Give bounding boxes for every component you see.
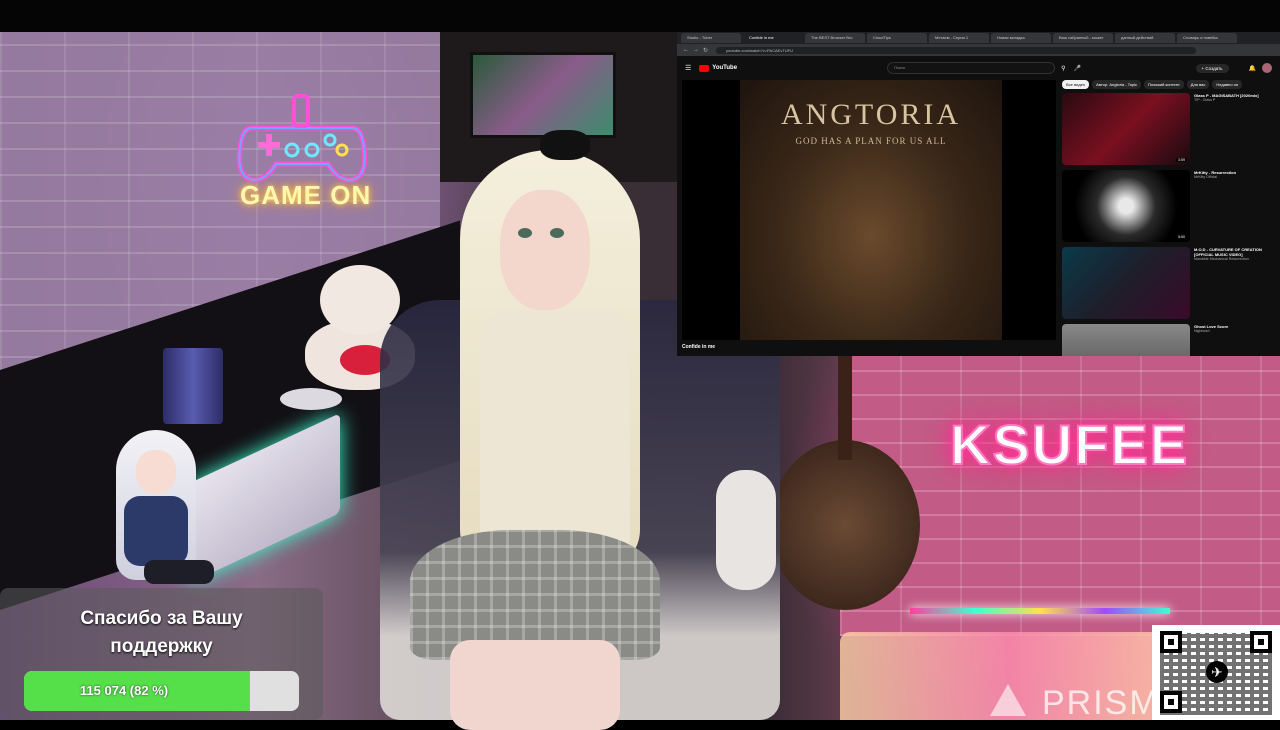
qr-center-logo-icon: ✈ (1206, 661, 1228, 683)
create-button[interactable]: + Создать (1195, 63, 1229, 73)
shelf-monitor (470, 52, 616, 138)
computer-mouse (280, 388, 342, 410)
youtube-header: ☰ YouTube Поиск ⚲ 🎤 + Создать 🔔 (677, 56, 1280, 80)
cup (163, 348, 223, 424)
browser-tab[interactable]: Confide in me (743, 33, 803, 43)
anime-girl-illustration (96, 430, 226, 590)
reload-icon[interactable]: ↻ (703, 47, 708, 54)
video-player[interactable]: ANGTORIA GOD HAS A PLAN FOR US ALL (682, 80, 1056, 340)
video-thumbnail[interactable]: 5:50 (1062, 170, 1190, 242)
suggested-video[interactable]: 5:50 MrKitty - Resurrection MrKitty Offi… (1062, 170, 1280, 244)
browser-tab[interactable]: Studio - Tuber (681, 33, 741, 43)
qr-code: ✈ (1152, 625, 1280, 720)
browser-tab[interactable]: данный.действий (1115, 33, 1175, 43)
donation-message: Спасибо за Вашу поддержку (0, 605, 323, 661)
donation-message-line2: поддержку (110, 636, 213, 657)
video-duration: 5:50 (1176, 235, 1187, 239)
donation-progress-text: 115 074 (82 %) (79, 683, 169, 698)
channel-name[interactable]: Nightwish (1194, 329, 1278, 334)
recommendations-sidebar: Все видео Автор: Angtoria - Topic Похожи… (1062, 80, 1280, 356)
watermark-text: PRISM (1042, 684, 1160, 722)
chip[interactable]: Похожий контент (1144, 80, 1184, 89)
suggested-video[interactable]: M.O.D - CURVATURE OF CREATION [OFFICIAL … (1062, 247, 1280, 321)
video-title: Confide in me (682, 344, 716, 350)
browser-tab[interactable]: Метаем - Серия 1 (929, 33, 989, 43)
video-thumbnail[interactable] (1062, 247, 1190, 319)
youtube-logo-text: YouTube (712, 65, 738, 71)
browser-tab[interactable]: Словарь и новейш (1177, 33, 1237, 43)
suggested-video[interactable]: 3:59 Glass P - MAGISABATH [2020mix] TIP … (1062, 93, 1280, 167)
video-title[interactable]: M.O.D - CURVATURE OF CREATION [OFFICIAL … (1194, 247, 1278, 257)
album-title: ANGTORIA (780, 98, 962, 131)
ksufee-neon-sign: KSUFEE (949, 412, 1190, 477)
streamer (400, 130, 700, 730)
video-duration: 3:59 (1176, 158, 1187, 162)
donation-message-line1: Спасибо за Вашу (80, 608, 243, 629)
chip[interactable]: Недавно оп (1212, 80, 1243, 89)
youtube-logo[interactable]: YouTube (699, 64, 738, 72)
microphone-icon[interactable]: 🎤 (1073, 65, 1080, 72)
channel-name[interactable]: TIP - Glass P (1194, 98, 1278, 103)
album-cover: ANGTORIA GOD HAS A PLAN FOR US ALL (740, 80, 1002, 340)
blouse (480, 310, 630, 550)
suggested-video[interactable]: Ghost Love Score Nightwish (1062, 324, 1280, 356)
guitar (770, 340, 920, 610)
top-letterbox-bar (0, 0, 1280, 32)
address-bar[interactable]: youtube.com/watch?v=PACAEvTUFU (716, 46, 1197, 54)
forward-arrow-icon[interactable]: → (693, 47, 699, 53)
chair-armrest (716, 470, 776, 590)
browser-tab[interactable]: Ваш избранный - может (1053, 33, 1113, 43)
chip[interactable]: Автор: Angtoria - Topic (1092, 80, 1142, 89)
video-thumbnail[interactable]: 3:59 (1062, 93, 1190, 165)
prism-logo-icon (990, 684, 1026, 716)
address-bar-row: ← → ↻ youtube.com/watch?v=PACAEvTUFU (677, 44, 1280, 56)
channel-name[interactable]: Mandible Mechanical Resurrection (1194, 257, 1278, 262)
filter-chips: Все видео Автор: Angtoria - Topic Похожи… (1062, 80, 1280, 89)
chip[interactable]: Все видео (1062, 80, 1090, 89)
neon-sign-text: GAME ON (240, 180, 372, 210)
browser-tab[interactable]: Новая вкладка (991, 33, 1051, 43)
notifications-icon[interactable]: 🔔 (1249, 65, 1256, 72)
youtube-window: Studio - Tuber Confide in me The BEST Br… (677, 32, 1280, 356)
search-icon[interactable]: ⚲ (1061, 65, 1065, 72)
browser-tab-strip: Studio - Tuber Confide in me The BEST Br… (677, 32, 1280, 44)
back-arrow-icon[interactable]: ← (683, 47, 689, 53)
channel-name[interactable]: MrKitty Official (1194, 175, 1278, 180)
browser-tab[interactable]: The BEST Browser Bro (805, 33, 865, 43)
avatar[interactable] (1262, 63, 1272, 73)
search-input[interactable]: Поиск (887, 62, 1056, 74)
youtube-play-icon (699, 64, 710, 72)
album-subtitle: GOD HAS A PLAN FOR US ALL (795, 136, 947, 146)
hamburger-menu-icon[interactable]: ☰ (685, 64, 691, 72)
browser-tab[interactable]: CloudTips (867, 33, 927, 43)
hair-bow (540, 130, 590, 160)
chip[interactable]: Для вас (1186, 80, 1210, 89)
led-strip (910, 608, 1170, 614)
video-thumbnail[interactable] (1062, 324, 1190, 356)
